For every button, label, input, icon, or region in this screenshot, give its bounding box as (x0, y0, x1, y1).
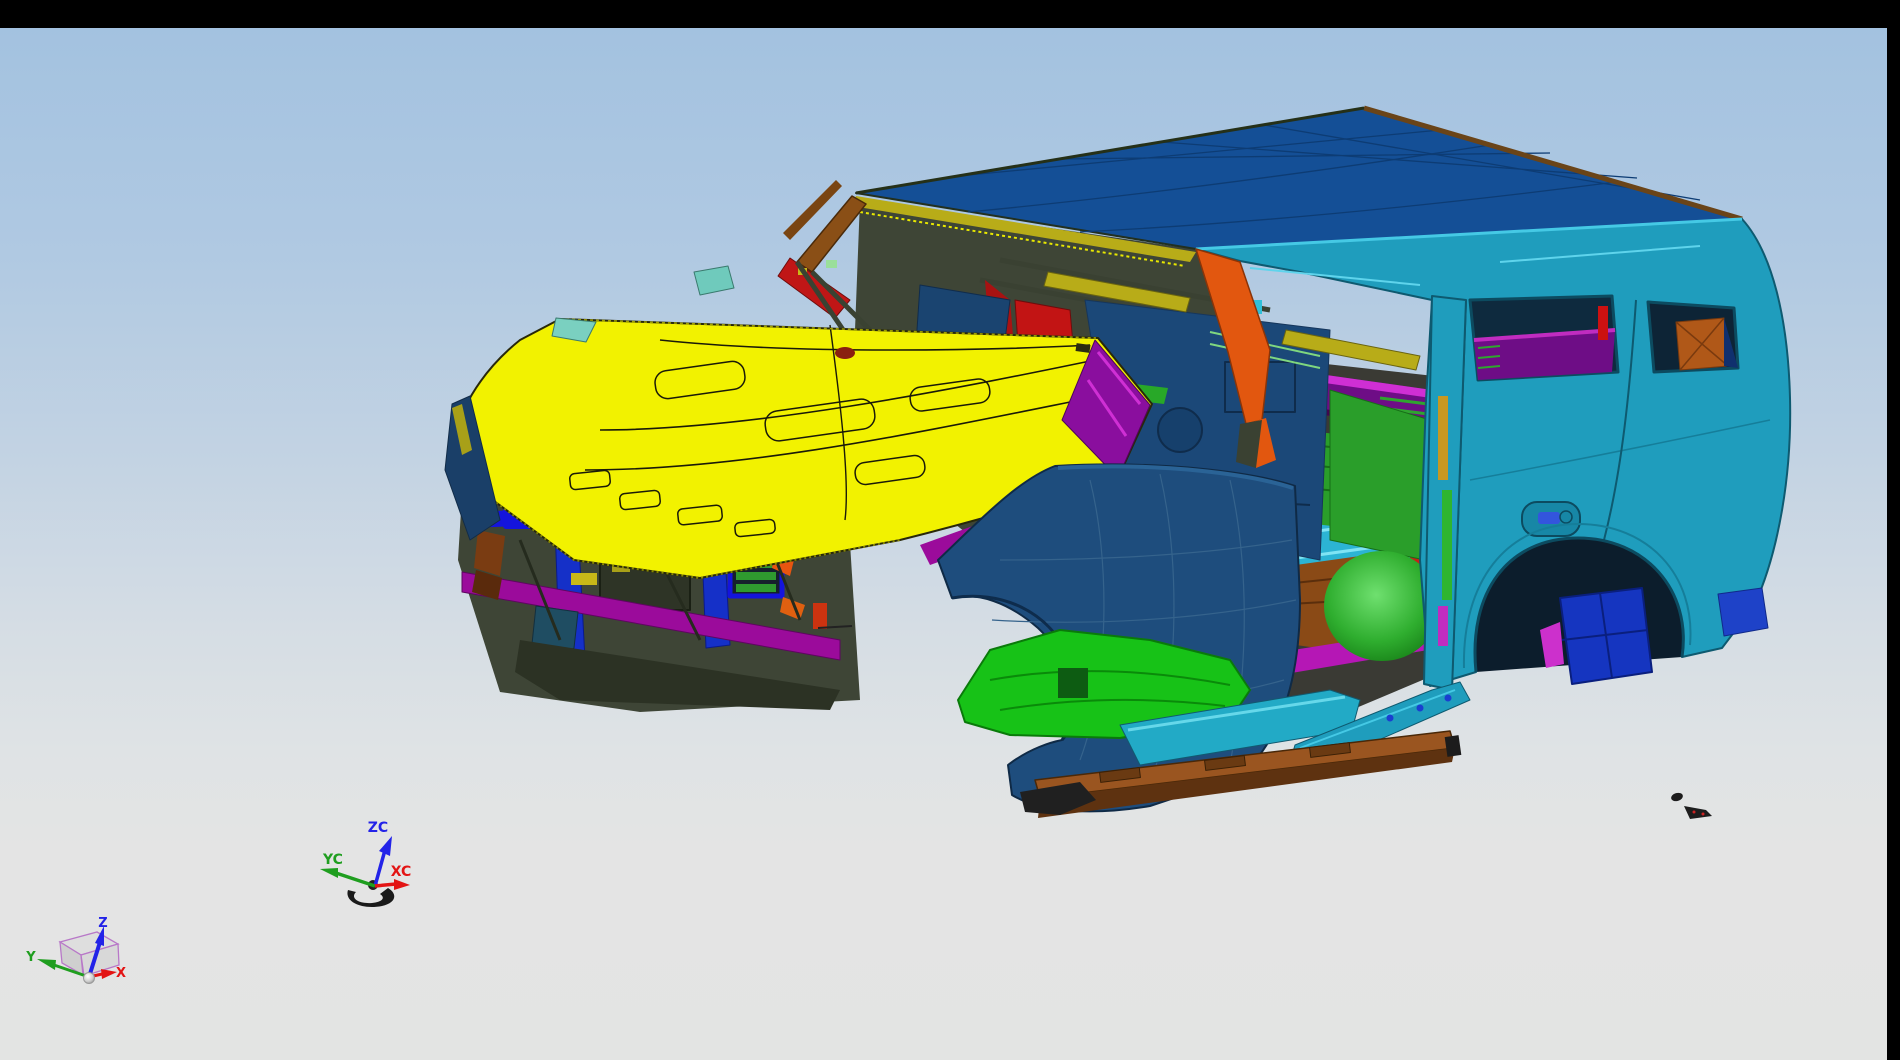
datum-csys[interactable]: Z Y X (25, 916, 126, 984)
wcs-x-label: XC (391, 864, 412, 880)
cad-viewport-canvas: ZC YC XC Z Y X (0, 0, 1900, 1060)
datum-origin-ball[interactable] (84, 973, 95, 984)
wcs-x-axis[interactable] (375, 879, 410, 890)
wcs-triad[interactable]: ZC YC XC (320, 820, 411, 907)
wcs-base[interactable] (347, 888, 394, 907)
cad-application-window: ZC YC XC Z Y X (0, 0, 1900, 1060)
window-right-bar (1887, 0, 1900, 1060)
wcs-z-label: ZC (368, 820, 388, 836)
wcs-z-axis[interactable] (375, 836, 392, 886)
datum-x-label: X (116, 966, 126, 981)
wcs-y-label: YC (322, 852, 343, 868)
left-a-pillar[interactable] (694, 180, 870, 340)
loose-fasteners[interactable] (1670, 792, 1712, 819)
car-body-model[interactable] (445, 108, 1790, 819)
wcs-y-axis[interactable] (320, 868, 375, 886)
datum-z-label: Z (98, 916, 107, 931)
datum-y-label: Y (25, 950, 36, 965)
window-top-bar (0, 0, 1900, 28)
